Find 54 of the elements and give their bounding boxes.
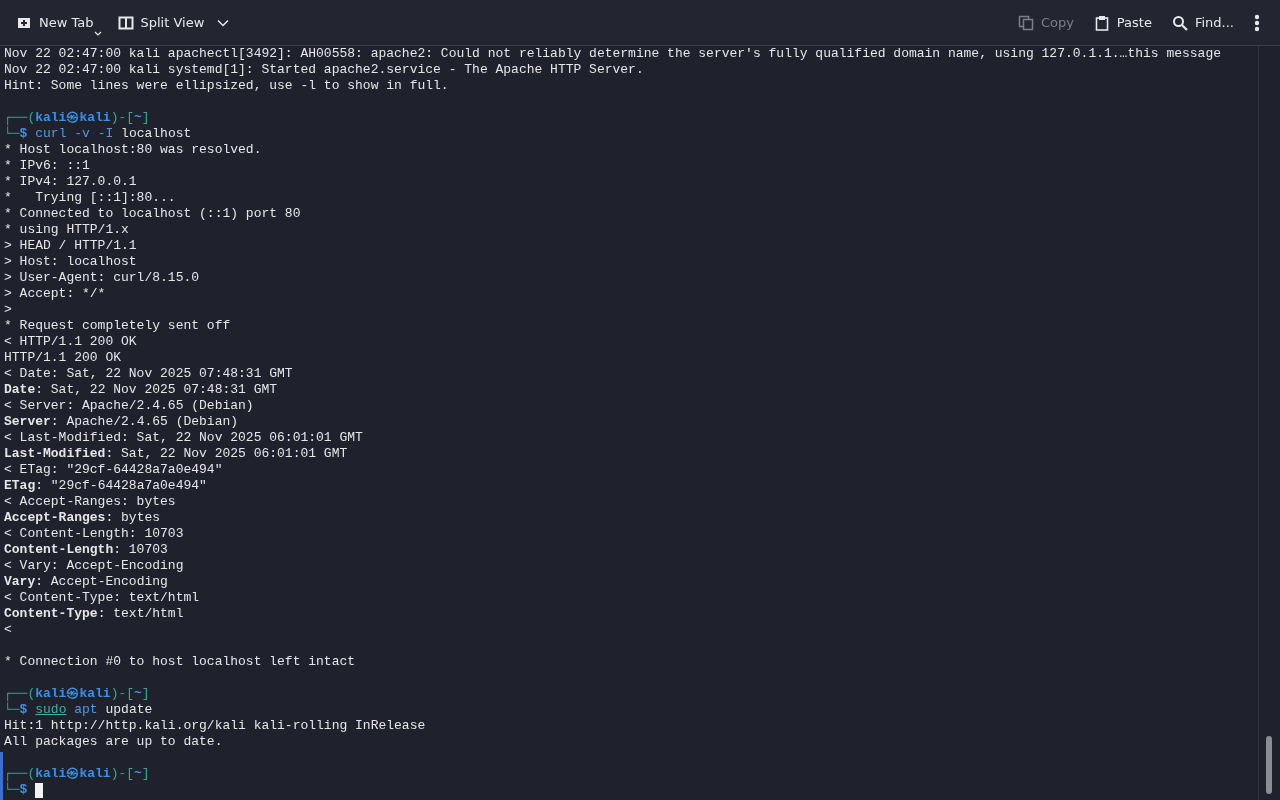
- output-line: < Last-Modified: Sat, 22 Nov 2025 06:01:01 GMT: [4, 430, 363, 446]
- output-line: All packages are up to date.: [4, 734, 223, 750]
- output-line: < Content-Type: text/html: [4, 590, 200, 606]
- output-line: Content-Length: 10703: [4, 542, 168, 558]
- command-line[interactable]: └─$ curl -v -I localhost: [4, 126, 200, 142]
- output-line: < HTTP/1.1 200 OK: [4, 334, 137, 350]
- active-line-marker: [0, 752, 3, 800]
- scrollbar-thumb[interactable]: [1266, 736, 1272, 794]
- output-line: Content-Type: text/html: [4, 606, 184, 622]
- output-line: < ETag: "29cf-64428a7a0e494": [4, 462, 223, 478]
- output-line: Date: Sat, 22 Nov 2025 07:48:31 GMT: [4, 382, 278, 398]
- output-line: > User-Agent: curl/8.15.0: [4, 270, 200, 286]
- output-line: < Date: Sat, 22 Nov 2025 07:48:31 GMT: [4, 366, 293, 382]
- more-icon: [1254, 13, 1260, 32]
- output-line: < Content-Length: 10703: [4, 526, 184, 542]
- output-line: * Trying [::1]:80...: [4, 190, 176, 206]
- copy-icon: [1017, 14, 1034, 31]
- output-line: Vary: Accept-Encoding: [4, 574, 168, 590]
- output-line: < Vary: Accept-Encoding: [4, 558, 184, 574]
- split-view-button[interactable]: Split View: [109, 6, 238, 39]
- output-line: > Host: localhost: [4, 254, 137, 270]
- output-line: Nov 22 02:47:00 kali systemd[1]: Started apache2.service - The Apache HTTP Server.: [4, 62, 644, 78]
- output-line: * Connected to localhost (::1) port 80: [4, 206, 301, 222]
- find-button[interactable]: Find...: [1163, 6, 1242, 39]
- search-icon: [1171, 14, 1188, 31]
- output-line: Last-Modified: Sat, 22 Nov 2025 06:01:01 GMT: [4, 446, 348, 462]
- prompt-line: ┌──(kali㉿kali)-[~]: [4, 110, 150, 126]
- output-line: >: [4, 302, 12, 318]
- prompt-line: ┌──(kali㉿kali)-[~]: [4, 766, 150, 782]
- output-line: <: [4, 622, 12, 638]
- output-line: < Server: Apache/2.4.65 (Debian): [4, 398, 254, 414]
- output-line: * Host localhost:80 was resolved.: [4, 142, 262, 158]
- new-tab-button[interactable]: New Tab: [8, 6, 102, 39]
- output-line: Server: Apache/2.4.65 (Debian): [4, 414, 239, 430]
- output-line: < Accept-Ranges: bytes: [4, 494, 176, 510]
- output-line: Hit:1 http://http.kali.org/kali kali-rolling InRelease: [4, 718, 426, 734]
- command-line[interactable]: └─$: [4, 782, 36, 798]
- output-line: * Connection #0 to host localhost left intact: [4, 654, 356, 670]
- output-line: Nov 22 02:47:00 kali apachectl[3492]: AH00558: apache2: Could not reliably determine the server's fully qualified domain name, using 127.0.1.1.…this message: [4, 46, 1221, 62]
- output-line: ETag: "29cf-64428a7a0e494": [4, 478, 207, 494]
- paste-button[interactable]: Paste: [1085, 6, 1160, 39]
- clipboard-icon: [1093, 14, 1110, 31]
- output-line: * using HTTP/1.x: [4, 222, 129, 238]
- output-line: * Request completely sent off: [4, 318, 231, 334]
- output-line: > HEAD / HTTP/1.1: [4, 238, 137, 254]
- output-line: * IPv6: ::1: [4, 158, 90, 174]
- output-line: HTTP/1.1 200 OK: [4, 350, 122, 366]
- split-view-icon: [117, 14, 134, 31]
- command-line[interactable]: └─$ sudo apt update: [4, 702, 161, 718]
- prompt-line: ┌──(kali㉿kali)-[~]: [4, 686, 150, 702]
- output-line: Hint: Some lines were ellipsized, use -l to show in full.: [4, 78, 449, 94]
- output-line: * IPv4: 127.0.0.1: [4, 174, 137, 190]
- output-line: Accept-Ranges: bytes: [4, 510, 161, 526]
- output-line: > Accept: */*: [4, 286, 106, 302]
